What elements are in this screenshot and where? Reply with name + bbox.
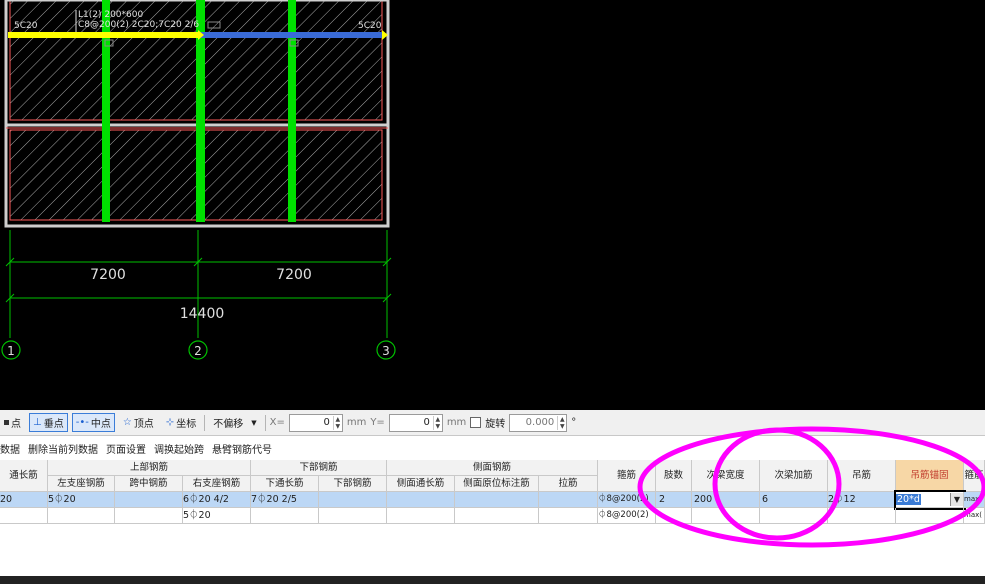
status-strip <box>0 576 985 584</box>
annotation-ellipse-small <box>712 427 842 541</box>
annotation-overlay <box>637 426 985 548</box>
